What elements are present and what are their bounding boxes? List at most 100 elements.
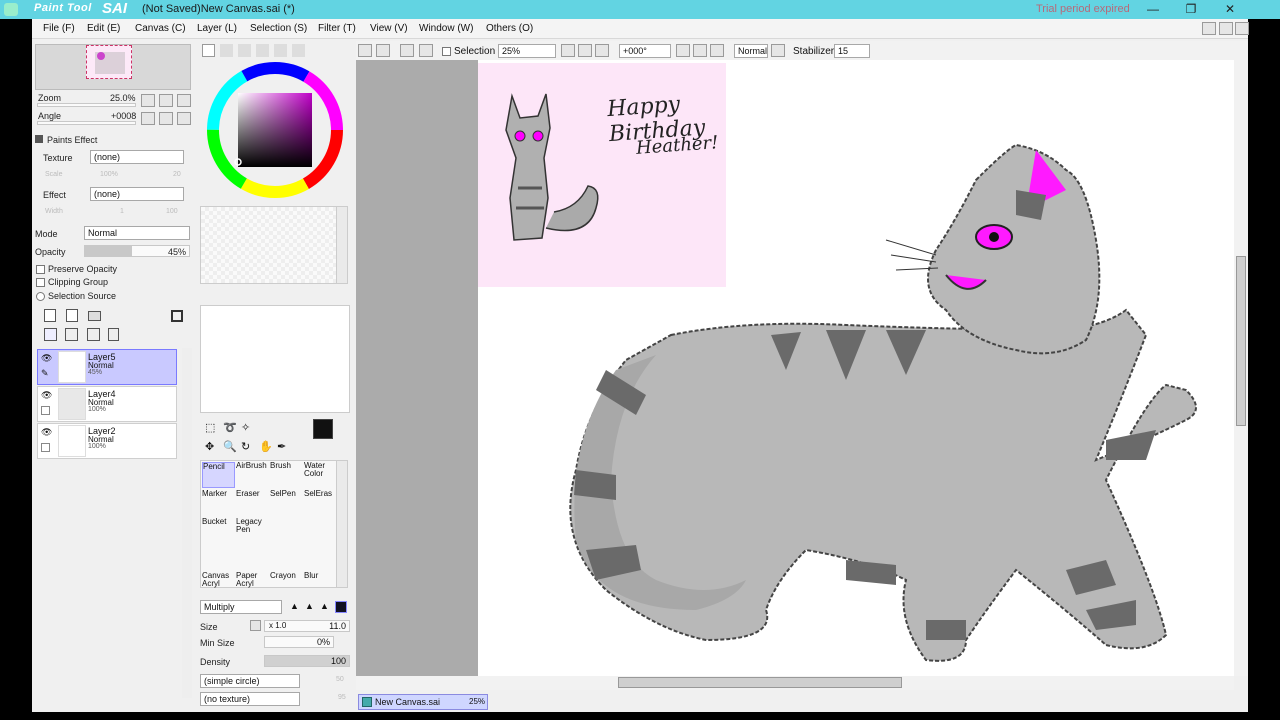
close-doc-button[interactable]: [1235, 22, 1249, 35]
canvas-viewport[interactable]: Happy Birthday Heather!: [356, 60, 1234, 676]
rotate-left-button[interactable]: [141, 112, 155, 125]
minimize-button[interactable]: —: [1141, 1, 1165, 18]
transfer-down-icon[interactable]: [44, 328, 57, 341]
rotate-tool-icon[interactable]: ↻: [241, 440, 250, 453]
new-linework-layer-icon[interactable]: [66, 309, 78, 322]
layer-item-layer2[interactable]: 👁 Layer2 Normal 100%: [37, 423, 177, 459]
zoom-reset-button[interactable]: [177, 94, 191, 107]
min-size-slider[interactable]: 0%: [264, 636, 334, 648]
trash-icon[interactable]: [108, 328, 119, 341]
mode-dropdown[interactable]: Normal: [84, 226, 190, 240]
tool-selpen[interactable]: SelPen: [270, 490, 303, 516]
density-slider[interactable]: 100: [264, 655, 350, 667]
redo-button[interactable]: [376, 44, 390, 57]
tool-marker[interactable]: Marker: [202, 490, 235, 516]
pen-lock-box[interactable]: [41, 406, 50, 415]
tool-crayon[interactable]: Crayon: [270, 572, 303, 598]
eye-icon[interactable]: 👁: [41, 353, 52, 364]
new-folder-icon[interactable]: [88, 311, 101, 321]
move-icon[interactable]: ✥: [205, 440, 214, 453]
collapse-icon[interactable]: [35, 135, 43, 143]
zoom-slider[interactable]: [37, 103, 136, 107]
rgb-slider-icon[interactable]: [220, 44, 233, 57]
menu-selection[interactable]: Selection (S): [250, 23, 307, 34]
zoom-fit-button[interactable]: [595, 44, 609, 57]
selection-checkbox[interactable]: [442, 47, 451, 56]
zoom-out-toolbar-button[interactable]: [561, 44, 575, 57]
size-mult-icon[interactable]: [250, 620, 261, 631]
invert-selection-button[interactable]: [419, 44, 433, 57]
brush-shape-dropdown[interactable]: (simple circle): [200, 674, 300, 688]
select-rect-icon[interactable]: ⬚: [205, 421, 215, 434]
swatch-scrollbar[interactable]: [336, 206, 348, 284]
maximize-button[interactable]: ❐: [1179, 1, 1203, 18]
rotate-reset-button[interactable]: [177, 112, 191, 125]
selection-source-radio[interactable]: [36, 292, 45, 301]
primary-color-swatch[interactable]: [313, 419, 333, 439]
rotate-reset-toolbar-button[interactable]: [710, 44, 724, 57]
menu-layer[interactable]: Layer (L): [197, 23, 237, 34]
menu-others[interactable]: Others (O): [486, 23, 533, 34]
hsv-slider-icon[interactable]: [238, 44, 251, 57]
view-mode-dropdown[interactable]: Normal: [734, 44, 768, 58]
square-icon[interactable]: [335, 601, 347, 613]
maximize-doc-button[interactable]: [1219, 22, 1233, 35]
rotate-cw-button[interactable]: [693, 44, 707, 57]
preserve-opacity-checkbox[interactable]: [36, 265, 45, 274]
round-soft-icon[interactable]: ▲: [290, 601, 299, 611]
layer-mask-icon[interactable]: [171, 310, 183, 322]
menu-edit[interactable]: Edit (E): [87, 23, 120, 34]
flip-button[interactable]: [771, 44, 785, 57]
horizontal-scrollbar[interactable]: [356, 676, 1234, 690]
tool-blur[interactable]: Blur: [304, 572, 337, 598]
zoom-in-toolbar-button[interactable]: [578, 44, 592, 57]
tool-eraser[interactable]: Eraser: [236, 490, 269, 516]
merge-down-icon[interactable]: [65, 328, 78, 341]
tool-canvas-acryl[interactable]: Canvas Acryl: [202, 572, 235, 598]
texture-dropdown[interactable]: (none): [90, 150, 184, 164]
effect-dropdown[interactable]: (none): [90, 187, 184, 201]
deselect-button[interactable]: [400, 44, 414, 57]
round-medium-icon[interactable]: ▲: [305, 601, 314, 611]
eye-icon[interactable]: 👁: [41, 390, 52, 401]
menu-window[interactable]: Window (W): [419, 23, 473, 34]
menu-canvas[interactable]: Canvas (C): [135, 23, 186, 34]
layer-scrollbar[interactable]: [182, 348, 192, 698]
close-button[interactable]: ✕: [1218, 1, 1242, 18]
tool-seleras[interactable]: SelEras: [304, 490, 337, 516]
clipping-group-checkbox[interactable]: [36, 278, 45, 287]
swatch-area[interactable]: [200, 206, 342, 284]
tool-bucket[interactable]: Bucket: [202, 518, 235, 544]
swatches-icon[interactable]: [274, 44, 287, 57]
zoom-in-button[interactable]: [159, 94, 173, 107]
eyedropper-icon[interactable]: ✒: [277, 440, 286, 453]
angle-dropdown[interactable]: +000°: [619, 44, 671, 58]
scratchpad-icon[interactable]: [292, 44, 305, 57]
layer-item-layer4[interactable]: 👁 Layer4 Normal 100%: [37, 386, 177, 422]
tool-watercolor[interactable]: Water Color: [304, 462, 337, 488]
color-wheel-mode-icon[interactable]: [202, 44, 215, 57]
magic-wand-icon[interactable]: ✧: [241, 421, 250, 434]
undo-button[interactable]: [358, 44, 372, 57]
menu-file[interactable]: File (F): [43, 23, 75, 34]
zoom-tool-icon[interactable]: 🔍: [223, 440, 237, 453]
layer-item-layer5[interactable]: 👁 ✎ Layer5 Normal 45%: [37, 349, 177, 385]
vertical-scroll-thumb[interactable]: [1236, 256, 1246, 426]
angle-slider[interactable]: [37, 121, 136, 125]
pen-lock-icon[interactable]: ✎: [41, 368, 49, 379]
lasso-icon[interactable]: ➰: [223, 421, 237, 434]
blend-mode-dropdown[interactable]: Multiply: [200, 600, 282, 614]
menu-filter[interactable]: Filter (T): [318, 23, 356, 34]
vertical-scrollbar[interactable]: [1234, 60, 1248, 676]
tool-scrollbar[interactable]: [336, 460, 348, 588]
hand-icon[interactable]: ✋: [259, 440, 273, 453]
horizontal-scroll-thumb[interactable]: [618, 677, 902, 688]
size-slider[interactable]: x 1.0 11.0: [264, 620, 350, 632]
scratch-pad[interactable]: [200, 305, 350, 413]
stabilizer-dropdown[interactable]: 15: [834, 44, 870, 58]
rotate-ccw-button[interactable]: [676, 44, 690, 57]
restore-doc-button[interactable]: [1202, 22, 1216, 35]
tool-pencil[interactable]: Pencil: [202, 462, 235, 488]
brush-texture-dropdown[interactable]: (no texture): [200, 692, 300, 706]
rotate-right-button[interactable]: [159, 112, 173, 125]
